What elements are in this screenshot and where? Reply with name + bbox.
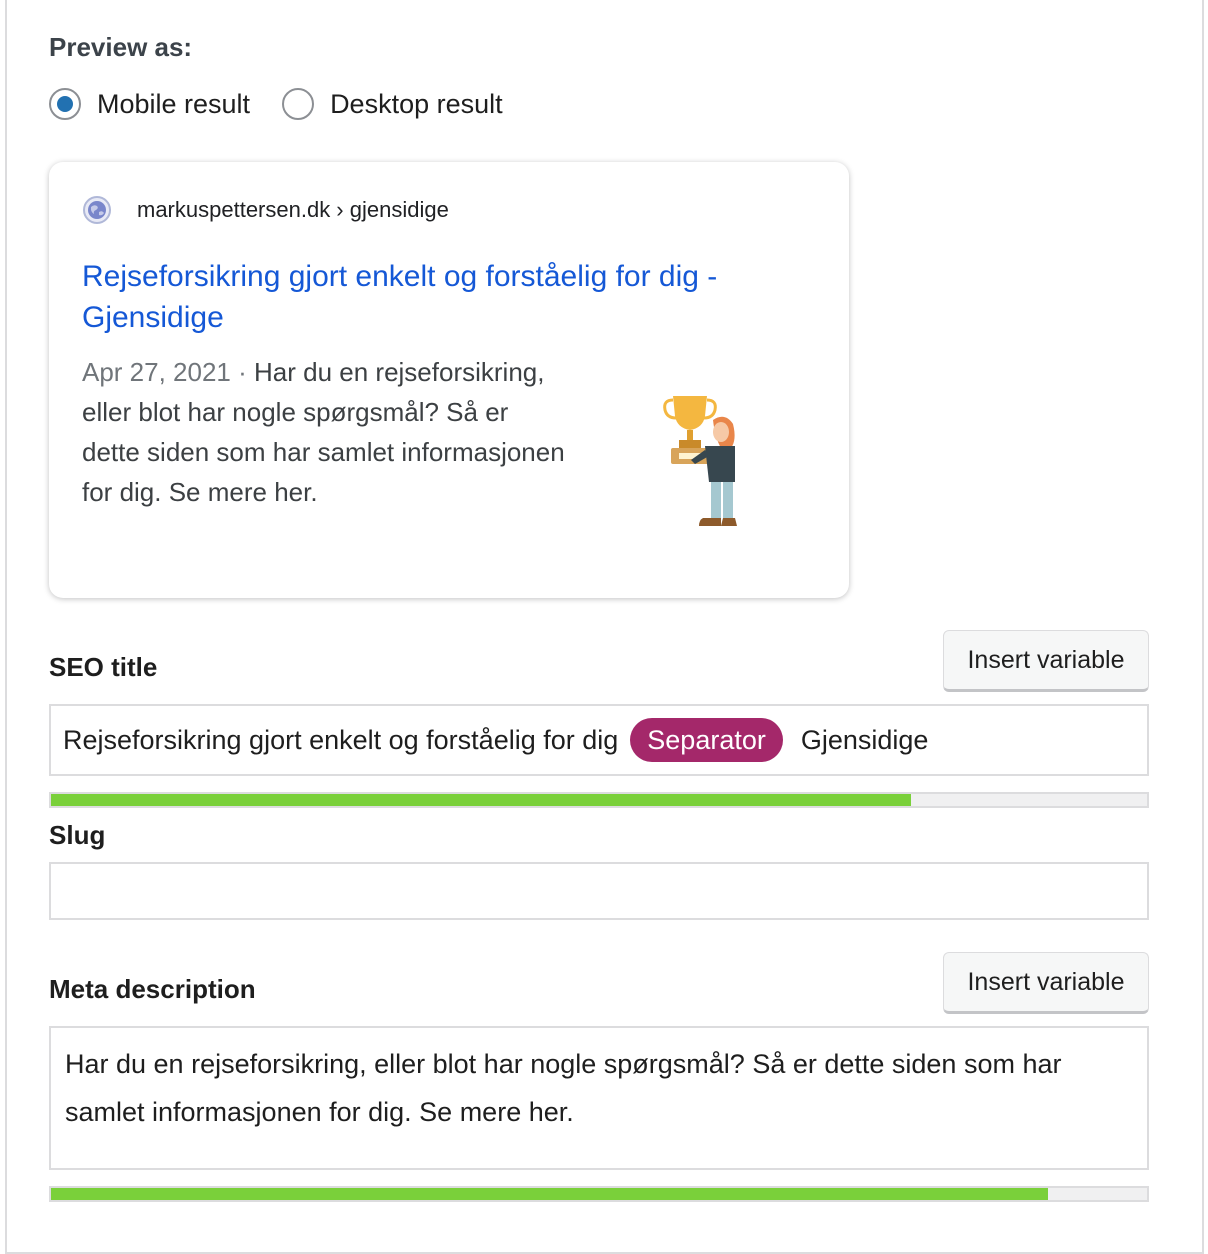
preview-mode-radio-group: Mobile result Desktop result (49, 88, 535, 120)
radio-unchecked-icon[interactable] (282, 88, 315, 120)
trophy-person-illustration (661, 390, 753, 532)
seo-title-text-after: Gjensidige (800, 724, 929, 755)
meta-description-progress-fill (51, 1188, 1049, 1200)
meta-description-insert-variable-button[interactable]: Insert variable (943, 952, 1149, 1014)
meta-description-label: Meta description (49, 974, 256, 1004)
seo-title-progress-bar (49, 792, 1149, 808)
serp-url: markuspettersen.dk › gjensidige (137, 197, 449, 222)
seo-title-label: SEO title (49, 652, 158, 682)
separator-variable-pill[interactable]: Separator (630, 718, 783, 762)
seo-title-insert-variable-button[interactable]: Insert variable (943, 630, 1149, 692)
seo-title-text-before: Rejseforsikring gjort enkelt og forståel… (63, 724, 619, 755)
seo-title-progress-fill (51, 794, 912, 806)
meta-description-progress-bar (49, 1186, 1149, 1202)
desktop-result-radio[interactable]: Desktop result (282, 88, 503, 120)
mobile-result-radio[interactable]: Mobile result (49, 88, 250, 120)
serp-url-row: markuspettersen.dk › gjensidige (82, 195, 449, 225)
preview-as-label: Preview as: (49, 32, 193, 62)
seo-title-input[interactable]: Rejseforsikring gjort enkelt og forståel… (49, 704, 1149, 776)
desktop-result-label: Desktop result (330, 88, 503, 119)
serp-date-separator: · (230, 357, 254, 387)
serp-preview-card: markuspettersen.dk › gjensidige Rejsefor… (49, 162, 849, 598)
globe-icon (82, 195, 112, 225)
meta-description-input[interactable]: Har du en rejseforsikring, eller blot ha… (49, 1026, 1149, 1170)
serp-title-link[interactable]: Rejseforsikring gjort enkelt og forståel… (82, 256, 802, 338)
serp-date: Apr 27, 2021 (82, 357, 231, 387)
serp-description: Apr 27, 2021 · Har du en rejseforsikring… (82, 352, 572, 512)
slug-label: Slug (49, 820, 106, 850)
mobile-result-label: Mobile result (97, 88, 251, 119)
radio-checked-icon[interactable] (49, 88, 81, 120)
slug-input[interactable] (49, 862, 1149, 920)
